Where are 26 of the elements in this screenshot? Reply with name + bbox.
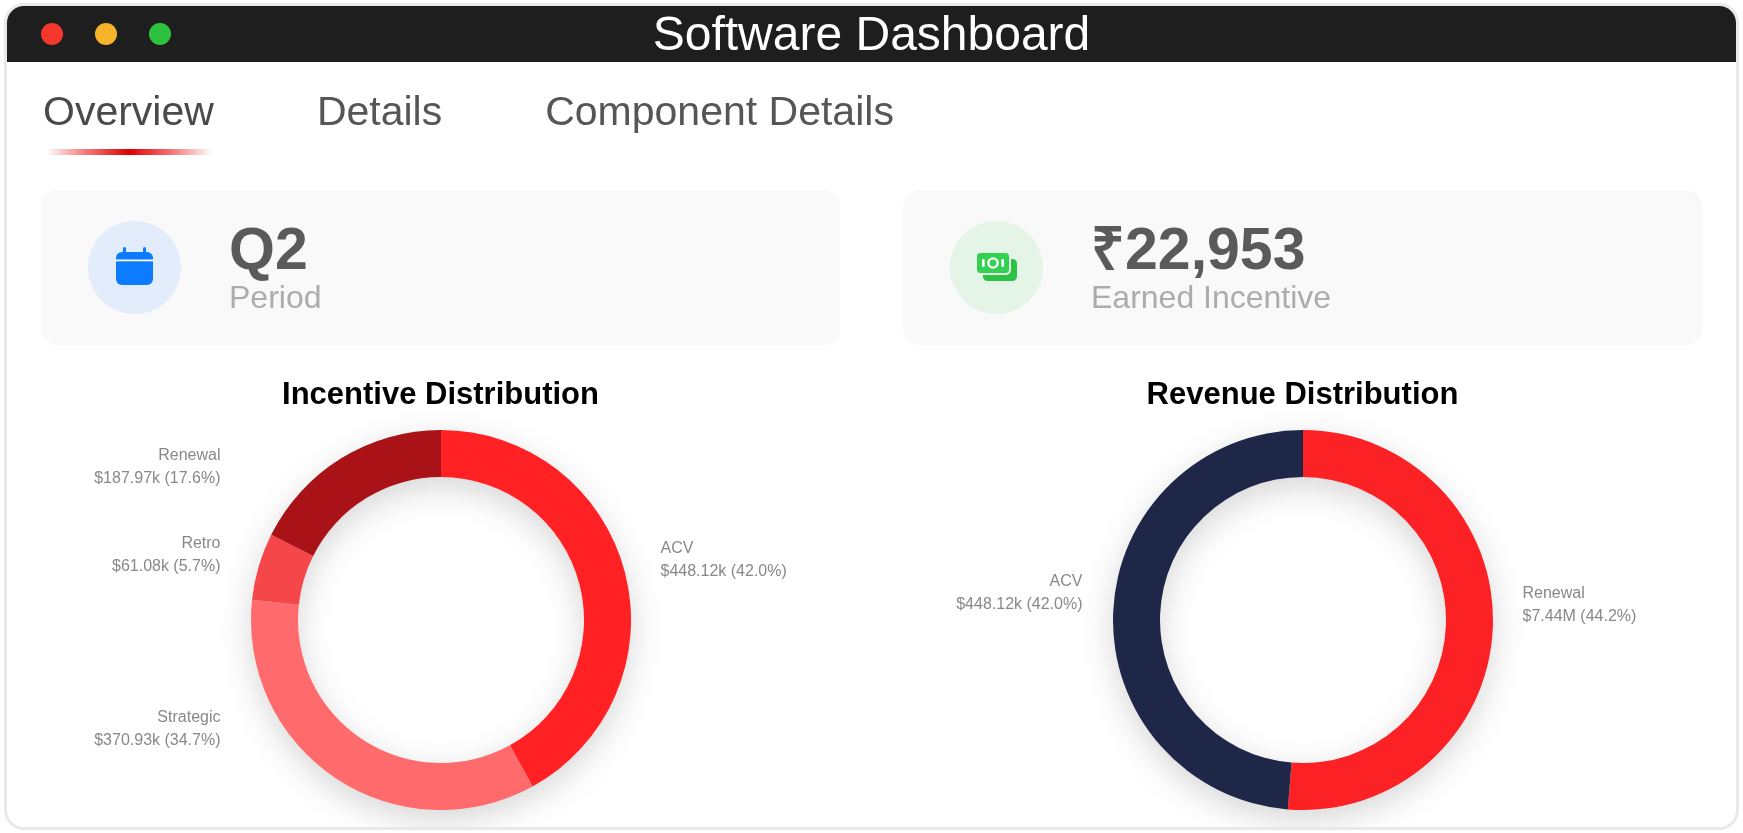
- stat-value: Q2: [229, 219, 309, 279]
- window-maximize-button[interactable]: [149, 23, 171, 45]
- slice-value: $61.08k (5.7%): [112, 556, 221, 577]
- slice-value: $448.12k (42.0%): [660, 561, 787, 582]
- window-minimize-button[interactable]: [95, 23, 117, 45]
- window-close-button[interactable]: [41, 23, 63, 45]
- slice-label: Strategic: [156, 706, 221, 727]
- tab[interactable]: Overview: [43, 88, 214, 158]
- slice-label: ACV: [660, 538, 695, 559]
- slice-value: $187.97k (17.6%): [94, 467, 221, 488]
- slice-label: Renewal: [1522, 583, 1586, 604]
- slice-value: $7.44M (44.2%): [1522, 606, 1637, 627]
- slice-value: $370.93k (34.7%): [94, 729, 221, 750]
- chart-title: Incentive Distribution: [281, 375, 600, 413]
- slice-value: $448.12k (42.0%): [956, 593, 1083, 614]
- window-title: Software Dashboard: [652, 10, 1091, 58]
- stat-label: Earned Incentive: [1091, 278, 1332, 316]
- stat-value: ₹22,953: [1091, 219, 1307, 279]
- tab[interactable]: Component Details: [545, 88, 894, 158]
- calendar-icon: [88, 221, 181, 315]
- slice-label: Renewal: [157, 444, 221, 465]
- slice-label: ACV: [1048, 570, 1083, 591]
- chart-title: Revenue Distribution: [1145, 375, 1460, 413]
- tab[interactable]: Details: [316, 88, 443, 158]
- slice-label: Retro: [180, 533, 221, 554]
- money-icon: [950, 221, 1043, 315]
